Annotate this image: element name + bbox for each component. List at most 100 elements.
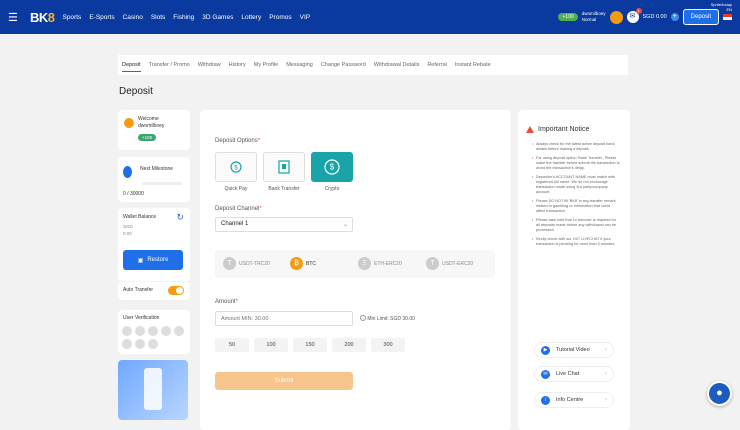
deposit-channel-select[interactable]: Channel 1 ⌄ [215, 217, 353, 232]
usdt-icon: T [223, 257, 236, 270]
account-tabs: Deposit Transfer / Promo Withdraw Histor… [118, 55, 628, 75]
tutorial-video-label: Tutorial Video [556, 347, 590, 353]
restore-icon: ▣ [137, 257, 144, 264]
live-support-fab[interactable]: ● [707, 381, 732, 406]
nav-vip[interactable]: VIP [300, 14, 310, 21]
amount-input[interactable] [215, 311, 353, 326]
tab-instant-rebate[interactable]: Instant Rebate [455, 59, 491, 71]
nav-fishing[interactable]: Fishing [173, 14, 194, 21]
notice-item: For using deposit option 'Bank Transfer'… [532, 156, 620, 171]
submit-button[interactable]: Submit [215, 372, 353, 390]
important-notice-panel: Important Notice Always check for the la… [518, 110, 630, 430]
milestone-progress [142, 182, 182, 185]
nav-esports[interactable]: E-Sports [89, 14, 114, 21]
bank-icon [278, 160, 290, 174]
account-area: +100 dwomilboey Normal ✉ 1 SGD 0.00 + Dep… [558, 0, 732, 34]
live-chat-label: Live Chat [556, 371, 580, 377]
crypto-currency-row: T USDT-TRC20 ₿ BTC Ξ ETH-ERC20 T USDT-ER… [215, 250, 495, 278]
promo-banner[interactable] [118, 360, 188, 420]
quick-amount-300[interactable]: 300 [371, 338, 405, 352]
restore-button[interactable]: ▣ Restore [123, 250, 183, 270]
points-badge[interactable]: +100 [138, 134, 157, 141]
nav-sports[interactable]: Sports [63, 14, 82, 21]
option-bank-transfer-label: Bank Transfer [268, 186, 300, 192]
add-funds-icon[interactable]: + [670, 13, 679, 21]
quick-amount-150[interactable]: 150 [293, 338, 327, 352]
tab-withdraw[interactable]: Withdraw [198, 59, 221, 71]
option-crypto-label: Crypto [324, 186, 340, 192]
quick-amount-100[interactable]: 100 [254, 338, 288, 352]
welcome-label: Welcome [138, 116, 159, 122]
live-chat-button[interactable]: ✉ Live Chat › [534, 366, 614, 382]
tab-deposit[interactable]: Deposit [122, 59, 141, 72]
verification-label: User Verification [123, 315, 160, 321]
tab-transfer[interactable]: Transfer / Promo [149, 59, 190, 71]
auto-transfer-toggle[interactable] [168, 286, 184, 295]
nav-3d-games[interactable]: 3D Games [202, 14, 233, 21]
brand-logo[interactable]: BK8 [30, 10, 55, 25]
quick-amount-200[interactable]: 200 [332, 338, 366, 352]
option-quick-pay[interactable]: $ [215, 152, 257, 182]
crypto-usdt-erc20[interactable]: T USDT-ERC20 [426, 257, 473, 270]
notice-title: Important Notice [538, 126, 590, 133]
option-quick-pay-label: Quick Pay [224, 186, 248, 192]
refresh-icon[interactable]: ↻ [176, 212, 184, 223]
quickpay-icon: $ [230, 161, 242, 173]
menu-icon[interactable]: ☰ [8, 11, 24, 24]
notice-item: Please take note that 1x turnover is req… [532, 218, 620, 233]
option-bank-transfer[interactable] [263, 152, 305, 182]
coin-badge[interactable]: +100 [558, 13, 578, 21]
tab-withdrawal-details[interactable]: Withdrawal Details [374, 59, 420, 71]
chevron-down-icon: ⌄ [342, 222, 348, 228]
tutorial-video-button[interactable]: ▶ Tutorial Video › [534, 342, 614, 358]
crypto-usdt-trc20[interactable]: T USDT-TRC20 [223, 257, 270, 270]
header-deposit-button[interactable]: Deposit [682, 9, 719, 25]
verify-card-icon[interactable] [135, 339, 145, 349]
wallet-label: Wallet Balance [123, 214, 157, 220]
user-info[interactable]: dwomilboey Normal [582, 11, 606, 23]
nav-promos[interactable]: Promos [269, 14, 291, 21]
warning-icon [526, 126, 534, 133]
tab-history[interactable]: History [229, 59, 246, 71]
top-bar: ☰ BK8 Sports E-Sports Casino Slots Fishi… [0, 0, 740, 34]
crypto-label: USDT-TRC20 [239, 260, 270, 267]
required-mark: * [257, 138, 261, 144]
verify-other-icon[interactable] [148, 339, 158, 349]
video-icon: ▶ [541, 345, 550, 355]
info-centre-button[interactable]: i Info Centre › [534, 392, 614, 408]
milestone-card: Next Milestone 0 / 30000 [118, 157, 190, 202]
tab-profile[interactable]: My Profile [254, 59, 278, 71]
bell-icon[interactable]: ✉ 1 [626, 8, 642, 23]
tab-change-password[interactable]: Change Password [321, 59, 366, 71]
avatar[interactable] [609, 10, 623, 24]
required-mark: * [235, 299, 239, 305]
tab-messaging[interactable]: Messaging [286, 59, 313, 71]
nav-slots[interactable]: Slots [151, 14, 165, 21]
verify-address-icon[interactable] [174, 326, 184, 336]
chat-icon: ✉ [541, 369, 550, 379]
milestone-icon [123, 166, 132, 178]
nav-lottery[interactable]: Lottery [241, 14, 261, 21]
crypto-label: USDT-ERC20 [442, 260, 474, 267]
quick-amount-50[interactable]: 50 [215, 338, 249, 352]
btc-icon: ₿ [290, 257, 303, 270]
crypto-btc[interactable]: ₿ BTC [290, 257, 316, 270]
option-crypto[interactable]: $ [311, 152, 353, 182]
notice-heading: Important Notice [526, 126, 589, 133]
chevron-right-icon: › [605, 371, 607, 377]
notice-item: Kindly check with our 24/7 LIVECHAT if y… [532, 237, 620, 247]
verify-bank-icon[interactable] [161, 326, 171, 336]
flag-icon[interactable] [723, 14, 732, 20]
min-limit-text: Min Limit: SGD 30.00 [367, 316, 415, 322]
verify-phone-icon[interactable] [135, 326, 145, 336]
svg-text:$: $ [234, 166, 238, 172]
verification-icons [122, 326, 186, 349]
verify-id-icon[interactable] [148, 326, 158, 336]
verify-dob-icon[interactable] [122, 339, 132, 349]
tab-referral[interactable]: Referral [427, 59, 447, 71]
nav-casino[interactable]: Casino [123, 14, 143, 21]
verify-email-icon[interactable] [122, 326, 132, 336]
info-icon: i [360, 315, 366, 321]
crypto-eth-erc20[interactable]: Ξ ETH-ERC20 [358, 257, 402, 270]
info-icon: i [541, 395, 550, 405]
